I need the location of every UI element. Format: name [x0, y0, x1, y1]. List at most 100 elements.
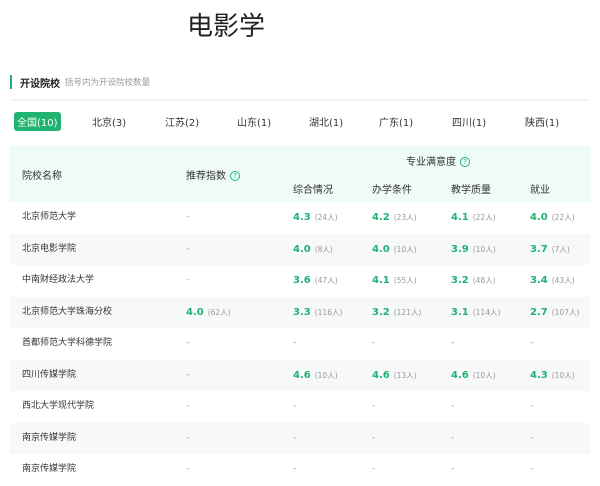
satisfaction-score: 4.2	[372, 212, 390, 223]
table-row[interactable]: 西北大学现代学院 - - - - -	[10, 391, 590, 423]
col-conditions: 办学条件	[372, 185, 412, 196]
satisfaction-score: -	[372, 432, 376, 443]
table-row[interactable]: 南京传媒学院 - - - - -	[10, 454, 590, 486]
table-row[interactable]: 北京师范大学 -4.3 (24人) 4.2 (23人) 4.1 (22人) 4.0 (22人)	[10, 202, 590, 234]
school-name[interactable]: 北京电影学院	[22, 234, 76, 266]
respondent-count: (47人)	[314, 276, 338, 285]
satisfaction-score: -	[451, 464, 455, 474]
tab-region[interactable]: 江苏(2)	[162, 112, 202, 131]
section-accent-bar	[10, 75, 12, 89]
respondent-count: (7人)	[551, 244, 570, 254]
respondent-count: (24人)	[314, 213, 338, 222]
satisfaction-cell: 3.9 (10人)	[451, 234, 496, 266]
recommend-score: -	[186, 275, 190, 285]
table-row[interactable]: 四川传媒学院 -4.6 (10人) 4.6 (13人) 4.6 (10人) 4.3 (10人)	[10, 359, 590, 392]
satisfaction-cell: 4.0 (10人)	[372, 234, 417, 266]
satisfaction-score: 3.2	[372, 306, 390, 318]
respondent-count: (23人)	[393, 213, 417, 222]
satisfaction-score: -	[451, 401, 455, 411]
table-row[interactable]: 南京传媒学院 - - - - -	[10, 422, 590, 455]
satisfaction-score: -	[372, 401, 376, 411]
recommend-score: -	[186, 212, 190, 222]
school-name[interactable]: 南京传媒学院	[22, 454, 76, 486]
satisfaction-score: 3.4	[530, 275, 548, 286]
respondent-count: (10人)	[551, 370, 575, 380]
satisfaction-score: 4.6	[372, 369, 390, 381]
satisfaction-cell: 3.7 (7人)	[530, 234, 570, 266]
tab-region[interactable]: 四川(1)	[449, 112, 489, 131]
satisfaction-score: 3.3	[293, 306, 311, 318]
school-name[interactable]: 中南财经政法大学	[22, 265, 94, 297]
satisfaction-cell: 4.0 (22人)	[530, 202, 575, 234]
satisfaction-cell: 3.6 (47人)	[293, 265, 338, 297]
respondent-count: (114人)	[472, 307, 501, 317]
satisfaction-score: -	[451, 338, 455, 348]
tab-region[interactable]: 湖北(1)	[306, 112, 346, 131]
respondent-count: (48人)	[472, 276, 496, 285]
respondent-count: (116人)	[314, 307, 343, 317]
tab-region[interactable]: 北京(3)	[89, 112, 129, 131]
divider	[10, 99, 590, 101]
satisfaction-score: 4.1	[372, 275, 390, 286]
satisfaction-cell: 2.7 (107人)	[530, 297, 579, 329]
tab-region[interactable]: 广东(1)	[376, 112, 416, 131]
satisfaction-score: 4.3	[530, 369, 548, 381]
recommend-score: -	[186, 369, 190, 380]
recommend-score: 4.0	[186, 306, 204, 318]
tab-region[interactable]: 陕西(1)	[522, 112, 562, 131]
respondent-count: (8人)	[314, 244, 333, 254]
school-name[interactable]: 首都师范大学科德学院	[22, 328, 112, 360]
satisfaction-cell: 4.0 (8人)	[293, 234, 333, 266]
help-icon[interactable]: ?	[460, 157, 470, 167]
table-row[interactable]: 北京电影学院 -4.0 (8人) 4.0 (10人) 3.9 (10人) 3.7 (7人)	[10, 233, 590, 266]
school-name[interactable]: 南京传媒学院	[22, 423, 76, 455]
help-icon[interactable]: ?	[230, 171, 240, 181]
satisfaction-cell: 4.3 (24人)	[293, 202, 338, 234]
recommend-count: (62人)	[207, 307, 231, 317]
satisfaction-score: -	[530, 464, 534, 474]
table-row[interactable]: 北京师范大学珠海分校 4.0 (62人) 3.3 (116人) 3.2 (121人) 3.1(…	[10, 296, 590, 329]
page-title: 电影学	[187, 12, 266, 42]
satisfaction-score: 3.1	[451, 306, 469, 318]
school-name[interactable]: 西北大学现代学院	[22, 391, 94, 423]
respondent-count: (22人)	[472, 213, 496, 222]
recommend-score: -	[186, 432, 190, 443]
school-name[interactable]: 四川传媒学院	[22, 360, 76, 392]
satisfaction-cell: 3.1 (114人)	[451, 297, 500, 329]
col-satisfaction: 专业满意度?	[406, 153, 470, 168]
col-employment: 就业	[530, 185, 550, 196]
table-row[interactable]: 首都师范大学科德学院 - - - - -	[10, 328, 590, 360]
satisfaction-score: 3.9	[451, 243, 469, 255]
recommend-score: -	[186, 338, 190, 348]
school-name[interactable]: 北京师范大学珠海分校	[22, 297, 112, 329]
tab-region[interactable]: 全国(10)	[14, 112, 61, 131]
col-name: 院校名称	[22, 171, 62, 182]
respondent-count: (43人)	[551, 276, 575, 285]
satisfaction-score: -	[530, 401, 534, 411]
satisfaction-score: 3.7	[530, 243, 548, 255]
satisfaction-score: 4.0	[372, 243, 390, 255]
col-quality: 教学质量	[451, 185, 491, 196]
satisfaction-score: -	[293, 464, 297, 474]
school-name[interactable]: 北京师范大学	[22, 202, 76, 234]
satisfaction-score: -	[451, 432, 455, 443]
satisfaction-score: 4.6	[293, 369, 311, 381]
table-row[interactable]: 中南财经政法大学 - 3.6 (47人) 4.1 (55人) 3.2 (48人) 3.4 (43人…	[10, 265, 590, 297]
respondent-count: (10人)	[314, 370, 338, 380]
satisfaction-cell: 3.4 (43人)	[530, 265, 575, 297]
satisfaction-cell: 4.1 (55人)	[372, 265, 417, 297]
satisfaction-cell: 4.6 (13人)	[372, 360, 417, 392]
satisfaction-score: -	[372, 464, 376, 474]
respondent-count: (13人)	[393, 370, 417, 380]
satisfaction-cell: 3.2 (48人)	[451, 265, 496, 297]
tab-region[interactable]: 山东(1)	[234, 112, 274, 131]
section-heading: 开设院校	[20, 78, 60, 90]
col-overall: 综合情况	[293, 185, 333, 196]
satisfaction-score: -	[530, 432, 534, 443]
col-recommend-label: 推荐指数	[186, 171, 226, 182]
satisfaction-score: 4.0	[530, 212, 548, 223]
satisfaction-score: 2.7	[530, 306, 548, 318]
section-subtitle: 括号内为开设院校数量	[65, 78, 151, 88]
respondent-count: (107人)	[551, 307, 580, 317]
satisfaction-cell: 4.6 (10人)	[451, 360, 496, 392]
